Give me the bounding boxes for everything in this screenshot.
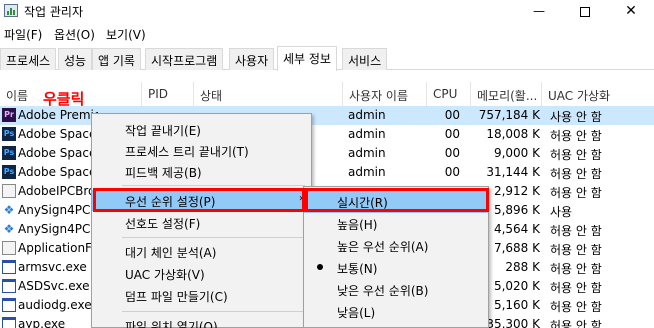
- process-uac: 허용 안 함: [550, 167, 602, 181]
- priority-above-normal[interactable]: 높은 우선 순위(A): [304, 235, 488, 257]
- process-uac: 허용 안 함: [550, 243, 602, 257]
- priority-below-normal[interactable]: 낮은 우선 순위(B): [304, 279, 488, 301]
- process-cpu: 00: [444, 165, 460, 179]
- process-name: Adobe Space: [18, 165, 97, 179]
- tab-users[interactable]: 사용자: [229, 48, 275, 70]
- process-memory: 31,144 K: [486, 165, 540, 179]
- menu-end-process-tree[interactable]: 프로세스 트리 끝내기(T): [92, 140, 311, 161]
- process-name: AnySign4PCL: [18, 222, 98, 236]
- priority-normal-label: 보통(N): [337, 262, 378, 276]
- priority-normal[interactable]: 보통(N): [304, 257, 488, 279]
- title-bar: 작업 관리자 — ✕: [0, 0, 654, 22]
- maximize-button[interactable]: [562, 0, 608, 22]
- process-memory: 757,184 K: [478, 108, 540, 122]
- menu-open-file-location[interactable]: 파일 위치 열기(O): [92, 315, 311, 328]
- right-click-annotation: 우클릭: [43, 90, 85, 108]
- menu-uac-virtualization[interactable]: UAC 가상화(V): [92, 263, 311, 284]
- exe-icon: [2, 279, 16, 293]
- tab-startup[interactable]: 시작프로그램: [145, 48, 224, 70]
- process-user: admin: [348, 146, 386, 160]
- tab-details[interactable]: 세부 정보: [277, 46, 337, 71]
- process-name: ASDSvc.exe: [18, 279, 90, 293]
- column-status[interactable]: 상태: [193, 82, 342, 106]
- premiere-icon: Pr: [2, 108, 16, 122]
- menu-analyze-wait-chain[interactable]: 대기 체인 분석(A): [92, 241, 311, 262]
- menu-separator: [122, 311, 305, 312]
- tab-app-history[interactable]: 앱 기록: [92, 48, 141, 70]
- menu-view[interactable]: 보기(V): [106, 26, 146, 43]
- process-uac: 허용 안 함: [550, 148, 602, 162]
- menu-provide-feedback[interactable]: 피드백 제공(B): [92, 161, 311, 182]
- column-pid[interactable]: PID: [141, 82, 193, 106]
- task-manager-icon: [4, 4, 18, 17]
- column-header: 이름 PID 상태 사용자 이름 CPU 메모리(활... UAC 가상화: [0, 82, 654, 106]
- column-memory[interactable]: 메모리(활...: [470, 82, 541, 106]
- process-uac: 허용 안 함: [550, 281, 602, 295]
- process-user: admin: [348, 165, 386, 179]
- photoshop-icon: Ps: [2, 165, 16, 179]
- column-uac[interactable]: UAC 가상화: [541, 82, 654, 106]
- process-uac: 허용 안 함: [550, 129, 602, 143]
- tab-bar: 프로세스 성능 앱 기록 시작프로그램 사용자 세부 정보 서비스: [0, 46, 654, 71]
- process-name: AnySign4PC.: [18, 203, 95, 217]
- exe-icon: [2, 260, 16, 274]
- highlight-box-set-priority: [93, 188, 305, 212]
- process-name: Adobe Space: [18, 146, 97, 160]
- menu-separator: [122, 185, 305, 186]
- process-memory: 9,000 K: [493, 146, 540, 160]
- maximize-icon: [580, 6, 590, 17]
- tab-services[interactable]: 서비스: [342, 48, 388, 70]
- process-name: ayp.exe: [18, 317, 66, 328]
- process-uac: 허용 안 함: [550, 319, 602, 328]
- process-uac: 허용 안 함: [550, 186, 602, 200]
- tab-performance[interactable]: 성능: [58, 48, 93, 70]
- anysign-icon: ❖: [3, 203, 15, 217]
- process-name: ApplicationFr: [18, 241, 97, 255]
- process-uac: 사용: [550, 205, 573, 219]
- menu-create-dump-file[interactable]: 덤프 파일 만들기(C): [92, 285, 311, 306]
- process-name: armsvc.exe: [18, 260, 87, 274]
- process-name: audiodg.exe: [18, 298, 92, 312]
- process-user: admin: [348, 108, 386, 122]
- menu-file[interactable]: 파일(F): [4, 26, 42, 43]
- exe-icon: [2, 298, 16, 312]
- column-user[interactable]: 사용자 이름: [342, 82, 426, 106]
- window-title: 작업 관리자: [24, 5, 84, 19]
- tab-processes[interactable]: 프로세스: [0, 48, 57, 70]
- process-uac: 허용 안 함: [550, 224, 602, 238]
- process-uac: 허용 안 함: [550, 262, 602, 276]
- menu-set-affinity[interactable]: 선호도 설정(F): [92, 212, 311, 233]
- menu-separator: [122, 237, 305, 238]
- process-uac: 허용 안 함: [550, 300, 602, 314]
- process-memory: 18,008 K: [486, 127, 540, 141]
- process-name: Adobe Premie: [18, 108, 98, 122]
- process-user: admin: [348, 127, 386, 141]
- column-cpu[interactable]: CPU: [426, 82, 470, 106]
- minimize-button[interactable]: —: [516, 0, 562, 22]
- menu-options[interactable]: 옵션(O): [54, 26, 95, 43]
- process-uac: 사용 안 함: [550, 110, 602, 124]
- process-name: AdobeIPCBro: [18, 184, 96, 198]
- context-menu: 작업 끝내기(E) 프로세스 트리 끝내기(T) 피드백 제공(B) 우선 순위…: [91, 113, 312, 328]
- generic-app-icon: [2, 184, 16, 198]
- menu-bar: 파일(F) 옵션(O) 보기(V): [0, 22, 654, 44]
- process-cpu: 00: [444, 127, 460, 141]
- photoshop-icon: Ps: [2, 127, 16, 141]
- anysign-icon: ❖: [3, 222, 15, 236]
- selected-bullet-icon: [317, 264, 323, 270]
- generic-app-icon: [2, 241, 16, 255]
- process-cpu: 00: [444, 108, 460, 122]
- process-name: Adobe Space: [18, 127, 97, 141]
- menu-end-task[interactable]: 작업 끝내기(E): [92, 119, 311, 140]
- photoshop-icon: Ps: [2, 146, 16, 160]
- priority-low[interactable]: 낮음(L): [304, 301, 488, 323]
- close-button[interactable]: ✕: [608, 0, 654, 22]
- exe-icon: [2, 317, 16, 328]
- process-cpu: 00: [444, 146, 460, 160]
- priority-high[interactable]: 높음(H): [304, 213, 488, 235]
- highlight-box-realtime: [305, 188, 489, 212]
